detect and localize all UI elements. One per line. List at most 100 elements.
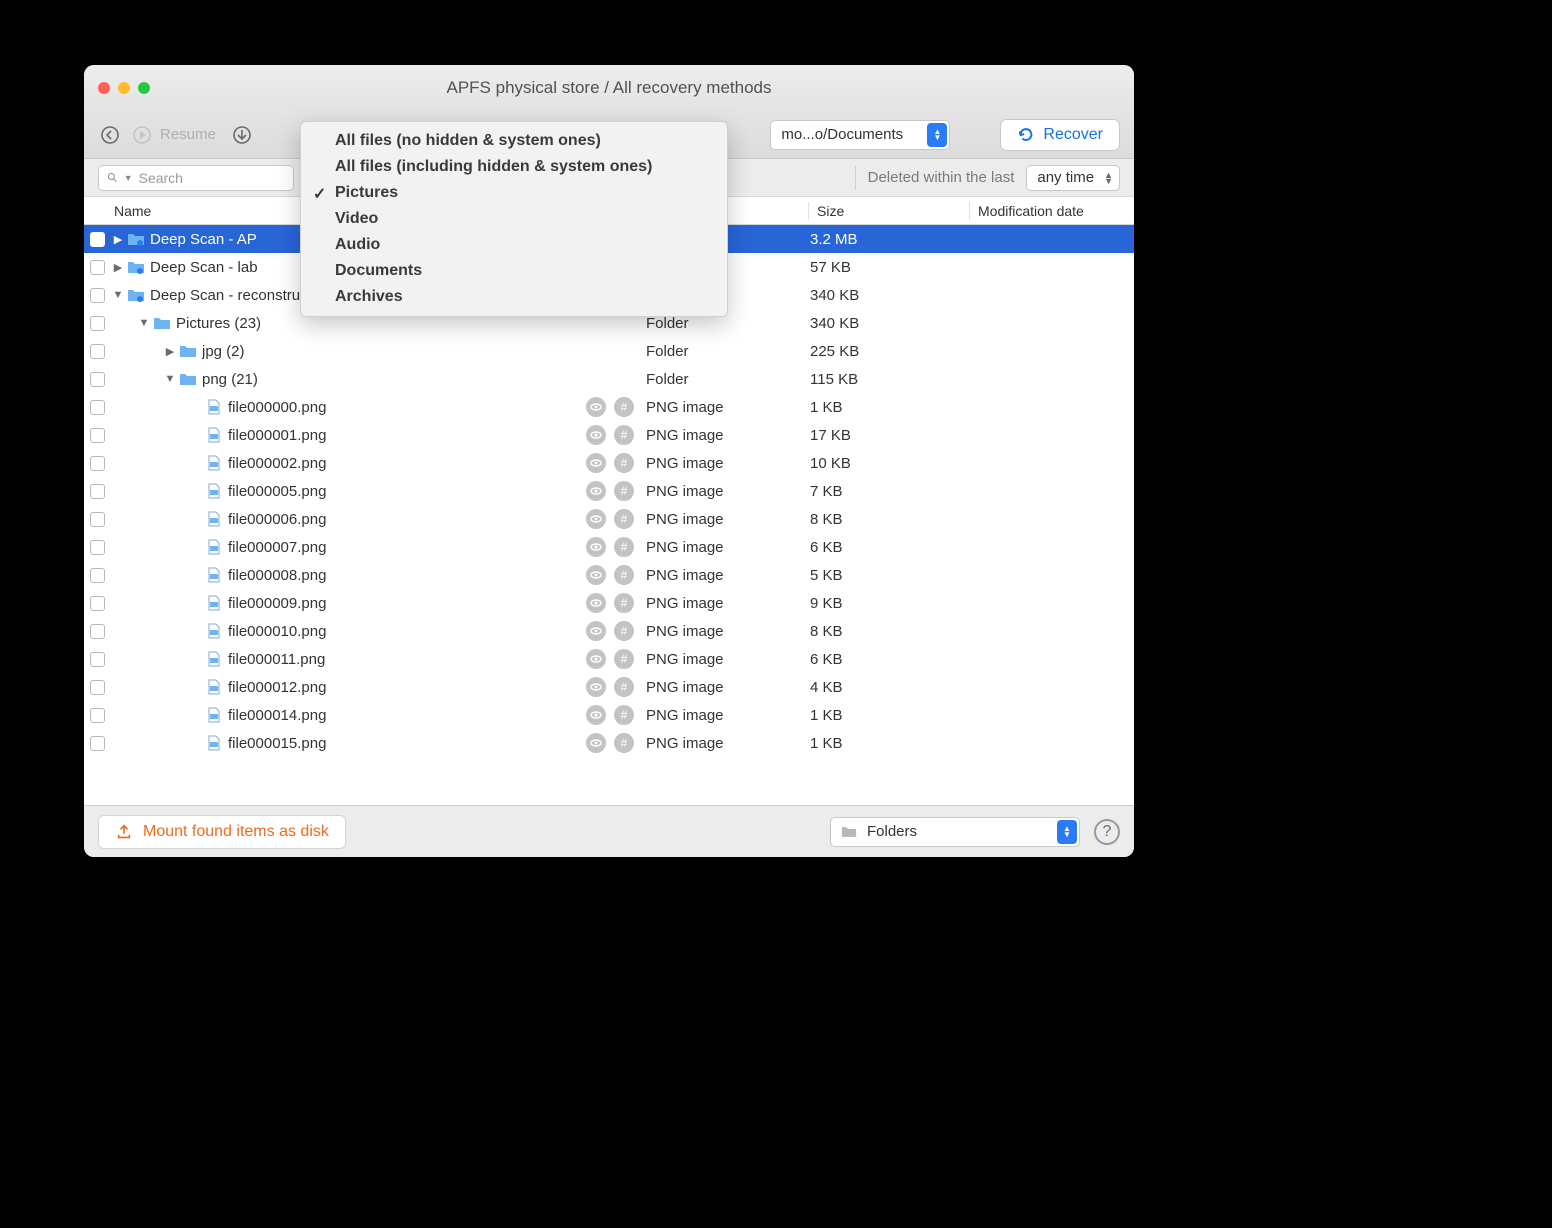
recover-button[interactable]: Recover [1000,119,1120,151]
file-row[interactable]: file000014.png#PNG image1 KB [84,701,1134,729]
mount-button[interactable]: Mount found items as disk [98,815,346,849]
view-mode-dropdown[interactable]: Folders ▲▼ [830,817,1080,847]
column-size[interactable]: Size [809,203,969,219]
row-checkbox[interactable] [90,344,105,359]
row-size: 6 KB [810,651,970,668]
hex-view-button[interactable]: # [614,621,634,641]
hex-view-button[interactable]: # [614,425,634,445]
preview-eye-button[interactable] [586,537,606,557]
file-row[interactable]: file000008.png#PNG image5 KB [84,561,1134,589]
search-field[interactable]: ▼ [98,165,294,191]
preview-eye-button[interactable] [586,481,606,501]
help-button[interactable]: ? [1094,819,1120,845]
filter-menu-item[interactable]: Documents [301,258,727,284]
preview-eye-button[interactable] [586,453,606,473]
filter-menu-item[interactable]: All files (no hidden & system ones) [301,128,727,154]
file-row[interactable]: file000009.png#PNG image9 KB [84,589,1134,617]
hex-view-button[interactable]: # [614,593,634,613]
file-row[interactable]: file000015.png#PNG image1 KB [84,729,1134,757]
disclosure-triangle[interactable]: ▼ [163,373,177,385]
row-checkbox[interactable] [90,568,105,583]
hex-view-button[interactable]: # [614,537,634,557]
row-checkbox[interactable] [90,680,105,695]
minimize-window-button[interactable] [118,82,130,94]
file-row[interactable]: file000011.png#PNG image6 KB [84,645,1134,673]
folder-row[interactable]: ▼png (21)Folder115 KB [84,365,1134,393]
column-modification[interactable]: Modification date [970,203,1134,219]
row-name: file000010.png [228,623,586,640]
preview-eye-button[interactable] [586,397,606,417]
row-checkbox[interactable] [90,428,105,443]
preview-eye-button[interactable] [586,705,606,725]
play-button[interactable] [130,123,154,147]
file-row[interactable]: file000012.png#PNG image4 KB [84,673,1134,701]
row-checkbox[interactable] [90,512,105,527]
disclosure-triangle[interactable]: ▶ [111,233,125,246]
time-filter-dropdown[interactable]: any time ▲▼ [1026,165,1120,191]
row-size: 340 KB [810,287,970,304]
disclosure-triangle[interactable]: ▼ [137,317,151,329]
file-row[interactable]: file000007.png#PNG image6 KB [84,533,1134,561]
row-checkbox[interactable] [90,316,105,331]
row-checkbox[interactable] [90,400,105,415]
preview-eye-button[interactable] [586,425,606,445]
row-checkbox[interactable] [90,484,105,499]
row-checkbox[interactable] [90,736,105,751]
chevron-updown-icon: ▲▼ [1057,820,1077,844]
filter-menu-item[interactable]: All files (including hidden & system one… [301,154,727,180]
row-size: 1 KB [810,735,970,752]
preview-eye-button[interactable] [586,593,606,613]
folder-row[interactable]: ▶jpg (2)Folder225 KB [84,337,1134,365]
file-row[interactable]: file000005.png#PNG image7 KB [84,477,1134,505]
hex-view-button[interactable]: # [614,677,634,697]
maximize-window-button[interactable] [138,82,150,94]
hex-view-button[interactable]: # [614,733,634,753]
row-name: png (21) [202,371,634,388]
search-icon [107,171,118,184]
file-row[interactable]: file000001.png#PNG image17 KB [84,421,1134,449]
filter-menu-item[interactable]: Archives [301,284,727,310]
hex-view-button[interactable]: # [614,705,634,725]
row-checkbox[interactable] [90,652,105,667]
preview-eye-button[interactable] [586,649,606,669]
disclosure-triangle[interactable]: ▶ [111,261,125,274]
search-input[interactable] [139,170,285,186]
preview-eye-button[interactable] [586,621,606,641]
hex-view-button[interactable]: # [614,453,634,473]
back-button[interactable] [98,123,122,147]
row-kind: PNG image [646,427,810,444]
row-checkbox[interactable] [90,540,105,555]
close-window-button[interactable] [98,82,110,94]
location-dropdown[interactable]: mo...o/Documents ▲▼ [770,120,950,150]
filter-menu-item[interactable]: Audio [301,232,727,258]
save-session-button[interactable] [230,123,254,147]
hex-view-button[interactable]: # [614,649,634,669]
hex-view-button[interactable]: # [614,397,634,417]
disclosure-triangle[interactable]: ▼ [111,289,125,301]
preview-eye-button[interactable] [586,733,606,753]
file-row[interactable]: file000000.png#PNG image1 KB [84,393,1134,421]
row-checkbox[interactable] [90,372,105,387]
row-size: 1 KB [810,707,970,724]
row-checkbox[interactable] [90,232,105,247]
hex-view-button[interactable]: # [614,481,634,501]
hex-view-button[interactable]: # [614,565,634,585]
filter-menu-item[interactable]: Pictures [301,180,727,206]
preview-eye-button[interactable] [586,677,606,697]
row-checkbox[interactable] [90,596,105,611]
row-checkbox[interactable] [90,288,105,303]
row-checkbox[interactable] [90,456,105,471]
preview-eye-button[interactable] [586,565,606,585]
file-row[interactable]: file000002.png#PNG image10 KB [84,449,1134,477]
file-row[interactable]: file000010.png#PNG image8 KB [84,617,1134,645]
row-checkbox[interactable] [90,260,105,275]
filter-menu-item[interactable]: Video [301,206,727,232]
row-checkbox[interactable] [90,624,105,639]
hex-view-button[interactable]: # [614,509,634,529]
row-kind: Folder [646,315,810,332]
disclosure-triangle[interactable]: ▶ [163,345,177,358]
file-row[interactable]: file000006.png#PNG image8 KB [84,505,1134,533]
preview-eye-button[interactable] [586,509,606,529]
row-checkbox[interactable] [90,708,105,723]
file-icon [205,736,223,750]
